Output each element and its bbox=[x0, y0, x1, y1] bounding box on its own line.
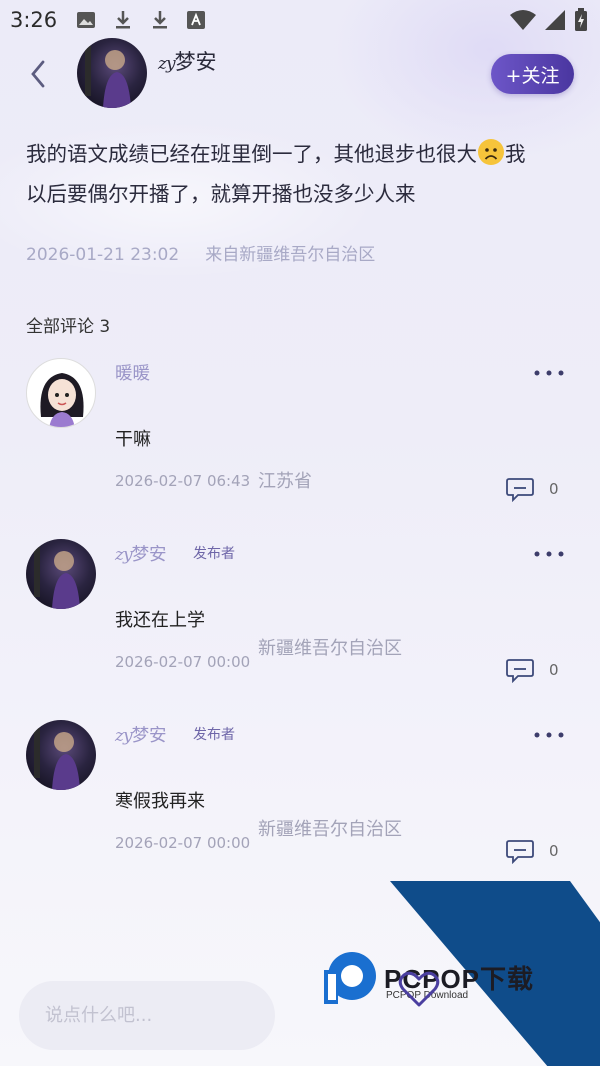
reply-icon[interactable] bbox=[505, 838, 535, 864]
avatar-photo bbox=[85, 46, 131, 108]
author-badge: 发布者 bbox=[193, 727, 235, 743]
font-icon bbox=[187, 11, 205, 29]
back-arrow-icon[interactable] bbox=[26, 56, 56, 92]
follow-button[interactable]: +关注 bbox=[491, 54, 574, 94]
wifi-icon bbox=[510, 10, 536, 30]
commenter-avatar[interactable] bbox=[26, 358, 96, 428]
comments-header: 全部评论 3 bbox=[26, 317, 111, 337]
comment-date: 2026-02-07 00:00 bbox=[115, 653, 251, 671]
author-avatar[interactable] bbox=[77, 38, 147, 108]
comment-item: zy梦安 发布者 我还在上学 2026-02-07 00:00 新疆维吾尔自治区… bbox=[0, 539, 600, 709]
reply-count: 0 bbox=[549, 842, 559, 860]
more-options-icon[interactable] bbox=[532, 368, 566, 378]
frowning-face-icon bbox=[478, 139, 504, 165]
avatar-photo bbox=[34, 547, 80, 609]
author-name[interactable]: zy梦安 bbox=[158, 46, 217, 76]
comment-text: 寒假我再来 bbox=[115, 791, 205, 812]
status-right-icons bbox=[510, 8, 588, 32]
more-options-icon[interactable] bbox=[532, 549, 566, 559]
post-date: 2026-01-21 23:02 bbox=[26, 245, 180, 265]
comment-input[interactable] bbox=[45, 981, 265, 1050]
commenter-name[interactable]: zy梦安 bbox=[115, 541, 167, 566]
download-icon bbox=[116, 11, 130, 29]
watermark-logo-icon bbox=[324, 952, 376, 1004]
commenter-name[interactable]: zy梦安 bbox=[115, 722, 167, 747]
comment-text: 我还在上学 bbox=[115, 610, 205, 631]
more-options-icon[interactable] bbox=[532, 730, 566, 740]
battery-icon bbox=[575, 8, 587, 31]
signal-icon bbox=[545, 10, 565, 30]
post-meta: 2026-01-21 23:02 来自新疆维吾尔自治区 bbox=[26, 240, 375, 265]
post-detail-page: 3:26 zy梦安 +关注 我的语文成绩已经在班里倒一了，其他退步也很大 我 以… bbox=[0, 0, 600, 1066]
download-icon bbox=[153, 11, 167, 29]
comment-text: 干嘛 bbox=[115, 429, 151, 450]
comment-location: 新疆维吾尔自治区 bbox=[258, 638, 402, 659]
avatar-photo bbox=[34, 728, 80, 790]
comment-date: 2026-02-07 06:43 bbox=[115, 472, 251, 490]
commenter-name[interactable]: 暖暖 bbox=[115, 360, 150, 385]
comment-location: 新疆维吾尔自治区 bbox=[258, 819, 402, 840]
reply-icon[interactable] bbox=[505, 657, 535, 683]
status-time: 3:26 bbox=[10, 8, 58, 32]
comment-item: zy梦安 发布者 寒假我再来 2026-02-07 00:00 新疆维吾尔自治区… bbox=[0, 720, 600, 890]
image-icon bbox=[77, 12, 95, 28]
post-content: 我的语文成绩已经在班里倒一了，其他退步也很大我 以后要偶尔开播了，就算开播也没多… bbox=[26, 134, 578, 214]
avatar-illustration bbox=[40, 373, 84, 427]
heart-icon[interactable] bbox=[398, 970, 440, 1008]
comment-location: 江苏省 bbox=[258, 471, 312, 492]
reply-count: 0 bbox=[549, 480, 559, 498]
post-location: 来自新疆维吾尔自治区 bbox=[205, 245, 376, 265]
reply-icon[interactable] bbox=[505, 476, 535, 502]
commenter-avatar[interactable] bbox=[26, 720, 96, 790]
comment-input-box[interactable] bbox=[19, 981, 275, 1050]
comment-date: 2026-02-07 00:00 bbox=[115, 834, 251, 852]
commenter-avatar[interactable] bbox=[26, 539, 96, 609]
comment-item: 暖暖 干嘛 2026-02-07 06:43 江苏省 0 bbox=[0, 358, 600, 528]
status-bar: 3:26 bbox=[0, 0, 600, 42]
author-badge: 发布者 bbox=[193, 546, 235, 562]
reply-count: 0 bbox=[549, 661, 559, 679]
